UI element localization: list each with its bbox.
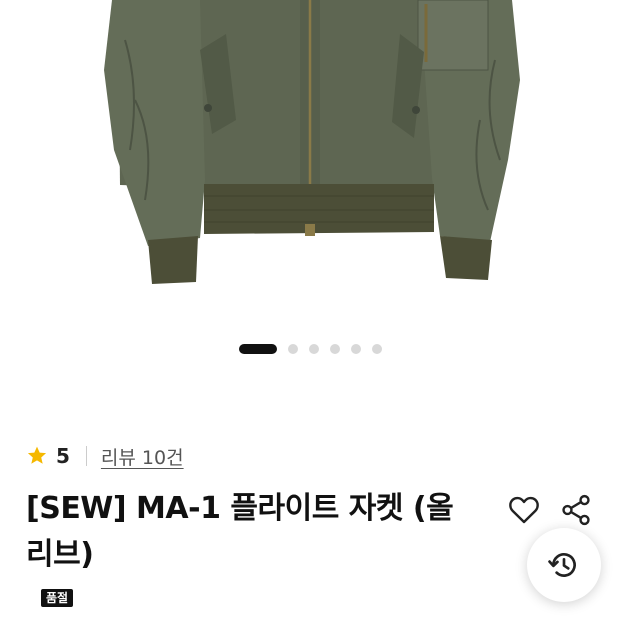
carousel-dot-6[interactable] bbox=[371, 344, 382, 354]
carousel-dot-1[interactable] bbox=[238, 344, 277, 354]
rating-row: 5 리뷰 10건 bbox=[26, 442, 184, 470]
carousel-pagination bbox=[0, 343, 620, 355]
wishlist-button[interactable] bbox=[504, 490, 544, 530]
star-icon bbox=[27, 446, 47, 464]
share-icon bbox=[562, 494, 590, 526]
history-icon bbox=[548, 553, 576, 577]
carousel-dot-2[interactable] bbox=[287, 344, 298, 354]
divider bbox=[85, 446, 87, 466]
sold-out-badge: 품절 bbox=[41, 589, 74, 607]
carousel-dot-4[interactable] bbox=[329, 344, 340, 354]
review-count-link[interactable]: 리뷰 10건 bbox=[101, 443, 184, 470]
rating-value: 5 bbox=[56, 444, 70, 468]
product-image[interactable] bbox=[0, 0, 620, 312]
heart-icon bbox=[509, 496, 539, 524]
carousel-dot-5[interactable] bbox=[350, 344, 361, 354]
jacket-illustration bbox=[104, 0, 520, 284]
product-title: [SEW] MA-1 플라이트 자켓 (올리브) bbox=[26, 491, 454, 572]
carousel-dot-3[interactable] bbox=[308, 344, 319, 354]
recently-viewed-button[interactable] bbox=[527, 528, 601, 602]
share-button[interactable] bbox=[556, 490, 596, 530]
